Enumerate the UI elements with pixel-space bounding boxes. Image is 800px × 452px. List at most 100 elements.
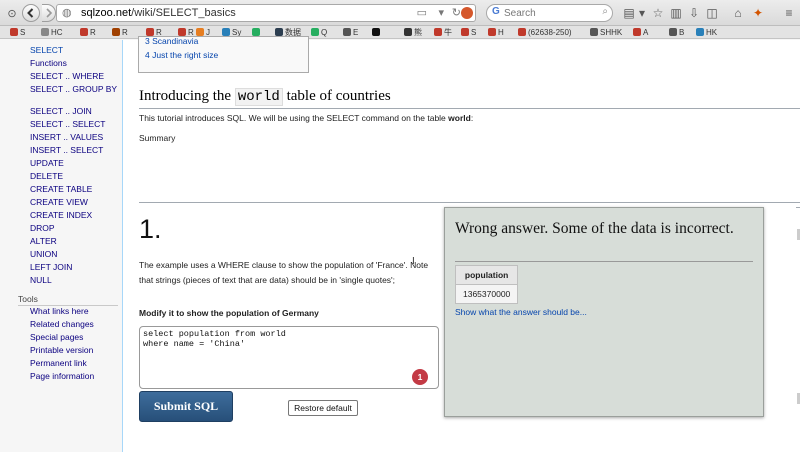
toc-item[interactable]: 4 Just the right size [145, 50, 218, 60]
tools-item[interactable]: Related changes [30, 319, 118, 329]
sidebar-item[interactable]: UPDATE [30, 158, 118, 168]
bookmark-item[interactable]: 牛 [434, 27, 452, 38]
tools-item[interactable]: What links here [30, 306, 118, 316]
dropdown-icon[interactable]: ▾ [634, 5, 650, 21]
favicon-icon [41, 28, 49, 36]
summary-text: Summary [139, 133, 176, 143]
text-cursor-icon: I [412, 256, 415, 267]
result-message: Wrong answer. Some of the data is incorr… [455, 220, 734, 237]
sidebar-item[interactable]: ALTER [30, 236, 118, 246]
bookmark-item[interactable]: (62638-250) [518, 27, 572, 38]
favicon-icon [696, 28, 704, 36]
bookmark-item[interactable]: HK [696, 27, 717, 38]
bookmark-item[interactable]: Q [311, 27, 327, 38]
sql-code[interactable]: select population from world where name … [143, 329, 286, 349]
intro-bold: world [448, 113, 471, 123]
sidebar-item[interactable]: SELECT .. WHERE [30, 71, 118, 81]
tools-heading: Tools [18, 294, 38, 304]
sidebar-item[interactable]: SELECT .. SELECT [30, 119, 118, 129]
extension-icon[interactable]: ✦ [750, 5, 766, 21]
pocket-icon[interactable]: ◫ [704, 5, 720, 21]
heading-text: table of countries [282, 88, 391, 104]
back-button[interactable] [22, 4, 40, 22]
bookmark-item[interactable]: H [488, 27, 504, 38]
sidebar-item[interactable]: UNION [30, 249, 118, 259]
search-input[interactable]: G Search ⌕ [486, 4, 613, 22]
tools-item[interactable]: Page information [30, 371, 118, 381]
favicon-icon [404, 28, 412, 36]
home-icon[interactable]: ⌂ [730, 5, 746, 21]
submit-sql-button[interactable]: Submit SQL [139, 391, 233, 422]
bookmark-label: SHHK [600, 28, 623, 37]
bookmarks-bar: S HC R R R R J Sy 数据 Q E 熊牛 S H (62638-250) SHHK A B HK [0, 26, 800, 39]
sidebar-item[interactable]: DELETE [30, 171, 118, 181]
favicon-icon [518, 28, 526, 36]
bookmark-item[interactable]: S [10, 27, 25, 38]
tools-item[interactable]: Printable version [30, 345, 118, 355]
bookmark-item[interactable]: R [80, 27, 96, 38]
divider [455, 261, 753, 262]
bookmark-item[interactable]: A [633, 27, 648, 38]
menu-icon[interactable]: ≡ [781, 5, 797, 21]
bookmark-item[interactable]: B [669, 27, 684, 38]
menu-icon[interactable]: ⊙ [5, 6, 19, 20]
tools-item[interactable]: Permanent link [30, 358, 118, 368]
addon-icon[interactable] [461, 7, 473, 19]
bookmark-item[interactable]: 熊 [404, 27, 422, 38]
sidebar-item[interactable]: SELECT .. GROUP BY [30, 84, 118, 94]
sidebar-item[interactable]: CREATE VIEW [30, 197, 118, 207]
globe-icon: ◍ [62, 7, 72, 19]
bookmark-label: S [471, 28, 477, 37]
sidebar-item[interactable]: NULL [30, 275, 118, 285]
sidebar-item[interactable]: SELECT .. JOIN [30, 106, 118, 116]
bookmark-star-icon[interactable]: ☆ [650, 5, 666, 21]
divider [18, 305, 118, 306]
restore-default-button[interactable]: Restore default [288, 400, 358, 416]
sql-editor[interactable]: select population from world where name … [139, 326, 439, 389]
bookmark-item[interactable]: SHHK [590, 27, 622, 38]
browser-toolbar: ⊙ ◍ sqlzoo.net/wiki/SELECT_basics ▭ ▾ ↻ … [0, 0, 800, 26]
sidebar-item[interactable]: INSERT .. VALUES [30, 132, 118, 142]
bookmark-label: A [643, 28, 649, 37]
library-icon[interactable]: ▥ [668, 5, 684, 21]
intro-text: : [470, 113, 474, 123]
favicon-icon [196, 28, 204, 36]
sidebar-item[interactable]: INSERT .. SELECT [30, 145, 118, 155]
intro-paragraph: This tutorial introduces SQL. We will be… [139, 113, 473, 123]
dropdown-icon[interactable]: ▾ [438, 6, 444, 19]
bookmark-item[interactable]: HC [41, 27, 63, 38]
section-heading: Introducing the world table of countries [139, 88, 391, 106]
bookmark-label: R [122, 28, 128, 37]
sidebar-item[interactable]: Functions [30, 58, 118, 68]
sidebar-item[interactable]: CREATE INDEX [30, 210, 118, 220]
sidebar-item[interactable]: DROP [30, 223, 118, 233]
heading-code: world [234, 88, 283, 106]
reload-icon[interactable]: ↻ [452, 6, 461, 19]
favicon-icon [669, 28, 677, 36]
favicon-icon [488, 28, 496, 36]
url-bar[interactable]: ◍ sqlzoo.net/wiki/SELECT_basics ▭ ▾ ↻ [56, 4, 476, 22]
sidebar-item[interactable]: CREATE TABLE [30, 184, 118, 194]
reader-icon[interactable]: ▭ [417, 6, 427, 19]
search-icon[interactable]: ⌕ [602, 6, 608, 17]
favicon-icon [434, 28, 442, 36]
forward-button[interactable] [42, 4, 56, 22]
show-answer-link[interactable]: Show what the answer should be... [455, 307, 587, 317]
intro-text: This tutorial introduces SQL. We will be… [139, 113, 449, 123]
toc-item[interactable]: 3 Scandinavia [145, 36, 198, 46]
bookmark-label: HK [706, 28, 718, 37]
sidebar-item[interactable]: LEFT JOIN [30, 262, 118, 272]
bookmark-item[interactable]: E [343, 27, 358, 38]
bookmark-item[interactable] [372, 27, 382, 38]
error-badge[interactable]: 1 [412, 369, 428, 385]
favicon-icon [311, 28, 319, 36]
bookmark-item[interactable]: R [112, 27, 128, 38]
divider [139, 108, 800, 109]
heading-text: Introducing the [139, 88, 235, 104]
tools-item[interactable]: Special pages [30, 332, 118, 342]
sidebar-item[interactable]: SELECT [30, 45, 118, 55]
divider [139, 202, 800, 203]
table-of-contents: 3 Scandinavia 4 Just the right size [138, 36, 309, 73]
bookmark-item[interactable]: S [461, 27, 476, 38]
downloads-icon[interactable]: ⇩ [686, 5, 702, 21]
